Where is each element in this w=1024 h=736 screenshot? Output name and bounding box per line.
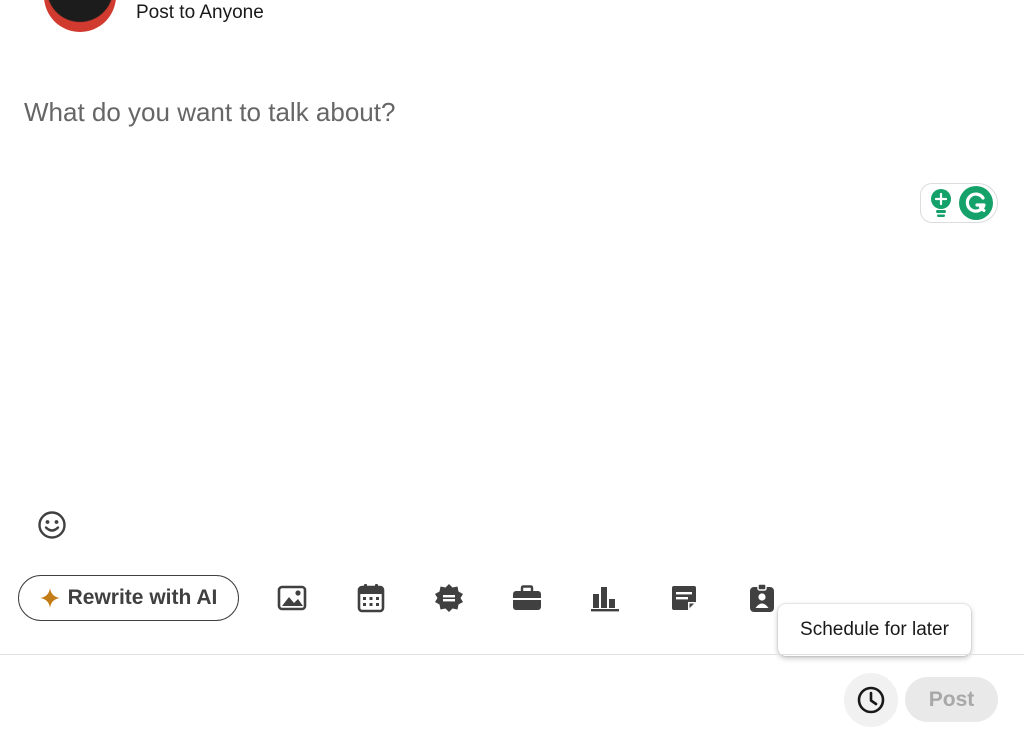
schedule-button[interactable]: [844, 673, 898, 727]
grammarly-icon: [959, 186, 993, 220]
bar-chart-icon: [591, 587, 619, 612]
avatar: [44, 0, 116, 32]
sparkle-icon: [39, 588, 60, 608]
add-document-button[interactable]: [666, 580, 702, 616]
schedule-tooltip: Schedule for later: [778, 604, 971, 656]
clock-icon: [857, 686, 885, 714]
calendar-icon: [357, 584, 385, 613]
image-icon: [277, 585, 307, 611]
post-visibility-label[interactable]: Post to Anyone: [136, 2, 264, 24]
share-job-button[interactable]: [509, 580, 545, 616]
find-expert-button[interactable]: [744, 580, 780, 616]
create-poll-button[interactable]: [587, 580, 623, 616]
rewrite-with-ai-button[interactable]: Rewrite with AI: [18, 575, 239, 621]
badge-icon: [435, 584, 463, 612]
post-button[interactable]: Post: [905, 677, 998, 722]
emoji-icon[interactable]: [36, 509, 68, 541]
create-event-button[interactable]: [353, 580, 389, 616]
celebrate-occasion-button[interactable]: [431, 580, 467, 616]
post-composer-modal: Post to Anyone Rewrite with AI: [0, 0, 1024, 736]
grammarly-widget[interactable]: [920, 183, 998, 223]
post-text-input[interactable]: [24, 90, 904, 134]
document-icon: [672, 586, 696, 610]
lightbulb-icon: [931, 189, 951, 217]
footer-divider: [0, 654, 1024, 655]
id-badge-icon: [750, 583, 774, 612]
briefcase-icon: [513, 585, 541, 610]
add-media-button[interactable]: [274, 580, 310, 616]
rewrite-with-ai-label: Rewrite with AI: [67, 586, 218, 609]
